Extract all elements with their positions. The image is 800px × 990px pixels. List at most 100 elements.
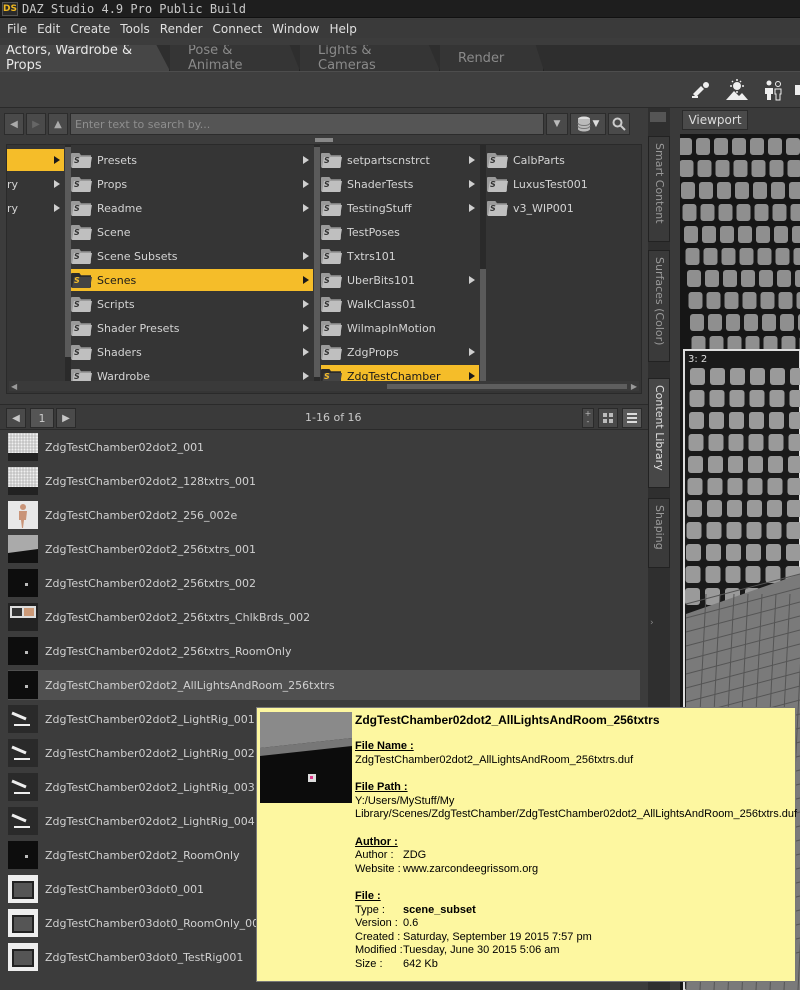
tab-smart-content[interactable]: Smart Content bbox=[648, 136, 670, 242]
page-number-field[interactable]: 1 bbox=[30, 408, 54, 428]
tab-shaping[interactable]: Shaping bbox=[648, 498, 670, 568]
next-page-button[interactable]: ▶ bbox=[56, 408, 76, 428]
list-view-button[interactable] bbox=[622, 408, 642, 428]
menu-file[interactable]: File bbox=[2, 22, 32, 36]
folder-icon: S bbox=[71, 248, 92, 264]
folder-item[interactable]: S Presets bbox=[71, 149, 313, 171]
author-heading: Author : bbox=[355, 835, 398, 848]
zoom-stepper[interactable]: + - bbox=[582, 408, 594, 428]
folder-item[interactable]: S CalbParts bbox=[487, 149, 639, 171]
folder-label: Readme bbox=[97, 201, 143, 215]
splitter-grip[interactable] bbox=[315, 138, 333, 142]
asset-thumbnail bbox=[8, 671, 38, 699]
folder-item[interactable]: S UberBits101 bbox=[321, 269, 479, 291]
chevron-right-icon bbox=[469, 180, 475, 188]
folder-item[interactable]: S TestPoses bbox=[321, 221, 479, 243]
asset-name: ZdgTestChamber02dot2_LightRig_001 bbox=[45, 712, 255, 726]
menu-help[interactable]: Help bbox=[324, 22, 361, 36]
tab-viewport[interactable]: Viewport bbox=[682, 110, 748, 130]
sun-light-tool-icon[interactable] bbox=[722, 76, 752, 104]
asset-name: ZdgTestChamber02dot2_256txtrs_001 bbox=[45, 542, 256, 556]
icon-view-button[interactable] bbox=[598, 408, 618, 428]
asset-list-item[interactable]: ZdgTestChamber02dot2_128txtrs_001 bbox=[8, 466, 640, 496]
menu-create[interactable]: Create bbox=[65, 22, 115, 36]
folder-item[interactable]: ry bbox=[7, 173, 64, 195]
folder-item[interactable]: S LuxusTest001 bbox=[487, 173, 639, 195]
folder-label: v3_WIP001 bbox=[513, 201, 574, 215]
menu-connect[interactable]: Connect bbox=[208, 22, 268, 36]
database-filter-button[interactable]: ▼ bbox=[570, 113, 606, 135]
chevron-right-icon bbox=[469, 204, 475, 212]
folder-label: Scene bbox=[97, 225, 131, 239]
asset-name: ZdgTestChamber02dot2_256_002e bbox=[45, 508, 238, 522]
folder-item[interactable]: S TestingStuff bbox=[321, 197, 479, 219]
folder-item[interactable]: Ssetpartscnstrct bbox=[321, 149, 479, 171]
tab-actors-wardrobe-props[interactable]: Actors, Wardrobe & Props bbox=[0, 45, 170, 71]
node-edit-tool-icon[interactable] bbox=[686, 76, 716, 104]
up-button[interactable]: ▲ bbox=[48, 113, 68, 135]
menu-bar: File Edit Create Tools Render Connect Wi… bbox=[0, 19, 800, 38]
menu-tools[interactable]: Tools bbox=[115, 22, 155, 36]
folder-item[interactable]: S WalkClass01 bbox=[321, 293, 479, 315]
asset-name: ZdgTestChamber02dot2_256txtrs_002 bbox=[45, 576, 256, 590]
asset-list-item[interactable]: ZdgTestChamber02dot2_AllLightsAndRoom_25… bbox=[8, 670, 640, 700]
asset-thumbnail bbox=[8, 637, 38, 665]
folder-item[interactable]: S WilmapInMotion bbox=[321, 317, 479, 339]
folder-item[interactable]: S Shader Presets bbox=[71, 317, 313, 339]
folder-item[interactable]: Sv3_WIP001 bbox=[487, 197, 639, 219]
asset-list-item[interactable]: ZdgTestChamber02dot2_256txtrs_ChlkBrds_0… bbox=[8, 602, 640, 632]
column-2-scrollbar[interactable] bbox=[314, 145, 320, 381]
asset-list-item[interactable]: ZdgTestChamber02dot2_256_002e bbox=[8, 500, 640, 530]
file-name-heading: File Name : bbox=[355, 740, 414, 752]
folder-icon: S bbox=[71, 320, 92, 336]
folder-label: Shader Presets bbox=[97, 321, 180, 335]
pane-expand-arrow[interactable]: › bbox=[650, 618, 654, 628]
column-3-scrollbar[interactable] bbox=[480, 145, 486, 381]
asset-tooltip: ZdgTestChamber02dot2_AllLightsAndRoom_25… bbox=[256, 707, 797, 982]
asset-list-item[interactable]: ZdgTestChamber02dot2_256txtrs_RoomOnly bbox=[8, 636, 640, 666]
tab-surfaces[interactable]: Surfaces (Color) bbox=[648, 250, 670, 362]
folder-browser: ry ry S Presets S Props S Readme S Scene S Scene … bbox=[6, 138, 642, 394]
folder-item[interactable]: S Scene bbox=[71, 221, 313, 243]
prev-page-button[interactable]: ◀ bbox=[6, 408, 26, 428]
folder-item[interactable]: ry bbox=[7, 197, 64, 219]
tab-render[interactable]: Render bbox=[440, 45, 544, 71]
search-input[interactable] bbox=[70, 113, 544, 135]
tab-content-library[interactable]: Content Library bbox=[648, 378, 670, 488]
asset-list-item[interactable]: ZdgTestChamber02dot2_001 bbox=[8, 432, 640, 462]
folder-item[interactable]: S Shaders bbox=[71, 341, 313, 363]
asset-list-item[interactable]: ZdgTestChamber02dot2_256txtrs_002 bbox=[8, 568, 640, 598]
tab-lights-cameras[interactable]: Lights & Cameras bbox=[300, 45, 440, 71]
folder-item[interactable]: S Scripts bbox=[71, 293, 313, 315]
folder-label: CalbParts bbox=[513, 153, 565, 167]
folder-item[interactable]: S Scenes bbox=[71, 269, 313, 291]
asset-name: ZdgTestChamber02dot2_LightRig_002 bbox=[45, 746, 255, 760]
browser-horizontal-scrollbar[interactable]: ◀ ▶ bbox=[9, 381, 639, 391]
folder-item[interactable]: S Scene Subsets bbox=[71, 245, 313, 267]
title-bar: DS DAZ Studio 4.9 Pro Public Build bbox=[0, 0, 800, 18]
figure-tool-icon[interactable] bbox=[758, 76, 788, 104]
folder-item[interactable]: S ShaderTests bbox=[321, 173, 479, 195]
folder-item[interactable]: S ZdgProps bbox=[321, 341, 479, 363]
folder-item[interactable]: S Txtrs101 bbox=[321, 245, 479, 267]
pane-collapse-button[interactable] bbox=[650, 112, 666, 122]
menu-edit[interactable]: Edit bbox=[32, 22, 65, 36]
forward-button[interactable]: ▶ bbox=[26, 113, 46, 135]
search-dropdown-button[interactable]: ▼ bbox=[546, 113, 568, 135]
file-heading: File : bbox=[355, 890, 381, 902]
menu-render[interactable]: Render bbox=[155, 22, 208, 36]
tooltip-title: ZdgTestChamber02dot2_AllLightsAndRoom_25… bbox=[355, 713, 660, 727]
menu-window[interactable]: Window bbox=[267, 22, 324, 36]
folder-item[interactable]: S Props bbox=[71, 173, 313, 195]
folder-column-1: ry ry bbox=[7, 145, 65, 389]
folder-item-selected[interactable] bbox=[7, 149, 64, 171]
search-icon[interactable] bbox=[608, 113, 630, 135]
folder-item[interactable]: S Readme bbox=[71, 197, 313, 219]
back-button[interactable]: ◀ bbox=[4, 113, 24, 135]
grid-icon bbox=[603, 413, 613, 423]
folder-label: WalkClass01 bbox=[347, 297, 417, 311]
tab-pose-animate[interactable]: Pose & Animate bbox=[170, 45, 300, 71]
asset-list-item[interactable]: ZdgTestChamber02dot2_256txtrs_001 bbox=[8, 534, 640, 564]
daz-logo-icon: DS bbox=[2, 1, 18, 16]
more-tools-icon[interactable] bbox=[794, 76, 800, 104]
